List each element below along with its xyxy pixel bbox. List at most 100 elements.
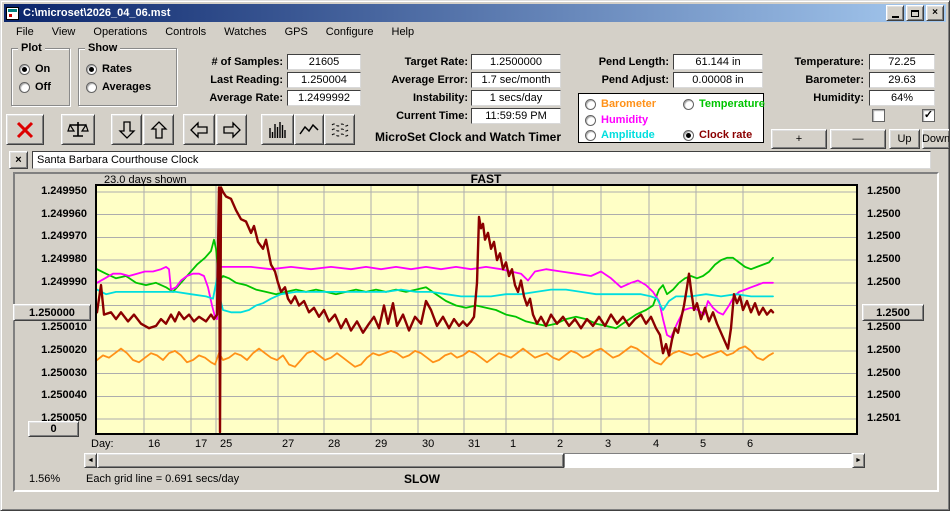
scrollbar-track[interactable] <box>564 453 852 468</box>
grid-line-note: Each grid line = 0.691 secs/day <box>86 473 240 485</box>
scrollbar-left-button[interactable]: ◄ <box>84 453 97 468</box>
menu-controls[interactable]: Controls <box>156 24 215 41</box>
shift-up-button[interactable] <box>143 114 174 145</box>
pend-length-label: Pend Length: <box>598 56 669 68</box>
radio-clock-rate-icon <box>683 129 694 141</box>
radio-show-rates[interactable]: Rates <box>86 63 132 75</box>
menu-configure[interactable]: Configure <box>317 24 383 41</box>
clear-icon: × <box>15 154 22 166</box>
current-time-value[interactable]: 11:59:59 PM <box>471 108 561 124</box>
minimize-icon <box>891 15 899 18</box>
checkbox-right[interactable]: ✓ <box>922 109 935 122</box>
minimize-button[interactable] <box>886 5 904 21</box>
delete-button[interactable] <box>6 114 44 145</box>
y-axis-center-button-right[interactable]: 1.2500 <box>862 304 924 321</box>
y-axis-center-button-left[interactable]: 1.250000 <box>13 304 91 321</box>
average-rate-label: Average Rate: <box>209 92 283 104</box>
radio-barometer[interactable]: Barometer <box>585 98 656 110</box>
arrow-left-icon <box>190 120 208 139</box>
balance-scale-icon <box>67 121 89 137</box>
series-selector: Barometer Humidity Amplitude Temperature… <box>578 93 765 143</box>
menu-view[interactable]: View <box>43 24 85 41</box>
shift-down-button[interactable] <box>111 114 142 145</box>
down-button[interactable]: Down <box>922 129 949 149</box>
radio-averages-label: Averages <box>102 81 152 93</box>
show-group-title: Show <box>85 42 121 54</box>
scroll-left-button[interactable] <box>183 114 215 145</box>
close-button[interactable]: × <box>926 5 944 21</box>
radio-temperature[interactable]: Temperature <box>683 98 765 110</box>
plot-group: Plot On Off <box>11 42 70 106</box>
target-rate-label: Target Rate: <box>404 56 468 68</box>
y-axis-zero-button[interactable]: 0 <box>28 421 79 437</box>
radio-barometer-label: Barometer <box>601 98 657 110</box>
radio-amplitude[interactable]: Amplitude <box>585 129 655 141</box>
menu-file[interactable]: File <box>7 24 43 41</box>
red-x-icon <box>16 121 34 138</box>
application-window: C:\microset\2026_04_06.mst × File View O… <box>0 0 950 511</box>
current-time-label: Current Time: <box>396 110 468 122</box>
radio-humidity-label: Humidity <box>601 114 649 126</box>
title-bar: C:\microset\2026_04_06.mst × <box>4 4 946 22</box>
up-button[interactable]: Up <box>889 129 920 149</box>
radio-averages-icon <box>86 81 97 93</box>
radio-clock-rate[interactable]: Clock rate <box>683 129 752 141</box>
scroll-right-button[interactable] <box>216 114 247 145</box>
radio-on-label: On <box>35 63 51 75</box>
radio-plot-off[interactable]: Off <box>19 81 51 93</box>
radio-barometer-icon <box>585 98 596 110</box>
arrow-up-icon <box>149 120 168 139</box>
last-reading-label: Last Reading: <box>210 74 283 86</box>
radio-show-averages[interactable]: Averages <box>86 81 151 93</box>
scrollbar-left-icon: ◄ <box>87 457 94 464</box>
maximize-button[interactable] <box>906 5 924 21</box>
window-title: C:\microset\2026_04_06.mst <box>23 7 171 19</box>
average-error-label: Average Error: <box>391 74 468 86</box>
radio-plot-on[interactable]: On <box>19 63 50 75</box>
clock-name-input[interactable] <box>32 151 931 169</box>
scrollbar-right-button[interactable]: ► <box>852 453 865 468</box>
clear-name-button[interactable]: × <box>9 151 28 169</box>
pend-adjust-label: Pend Adjust: <box>601 74 669 86</box>
balance-button[interactable] <box>61 114 95 145</box>
scrollbar-thumb[interactable] <box>97 453 564 468</box>
menu-gps[interactable]: GPS <box>276 24 317 41</box>
app-icon <box>6 6 19 20</box>
app-caption: MicroSet Clock and Watch Timer <box>374 130 562 144</box>
plot-group-title: Plot <box>18 42 45 54</box>
menu-watches[interactable]: Watches <box>215 24 275 41</box>
menu-help[interactable]: Help <box>383 24 424 41</box>
line-view-button[interactable] <box>294 114 324 145</box>
radio-temperature-icon <box>683 98 694 110</box>
barometer-label: Barometer: <box>805 74 864 86</box>
zigzag-line-icon <box>299 123 319 134</box>
radio-rates-icon <box>86 63 97 75</box>
instability-label: Instability: <box>412 92 468 104</box>
humidity-value[interactable]: 64% <box>869 90 935 106</box>
temperature-value[interactable]: 72.25 <box>869 54 935 70</box>
radio-off-label: Off <box>35 81 51 93</box>
plus-button[interactable]: + <box>771 129 827 149</box>
checkbox-left[interactable] <box>872 109 885 122</box>
plot-frame <box>95 184 858 435</box>
menu-bar: File View Operations Controls Watches GP… <box>4 23 946 42</box>
check-icon: ✓ <box>923 109 934 121</box>
radio-on-icon <box>19 63 30 75</box>
radio-rates-label: Rates <box>102 63 132 75</box>
histogram-view-button[interactable] <box>261 114 294 145</box>
arrow-down-icon <box>117 120 136 139</box>
radio-clock-rate-label: Clock rate <box>699 129 753 141</box>
maximize-icon <box>911 9 919 17</box>
samples-label: # of Samples: <box>211 56 283 68</box>
instability-value[interactable]: 1 secs/day <box>471 90 561 106</box>
barometer-value[interactable]: 29.63 <box>869 72 935 88</box>
radio-humidity[interactable]: Humidity <box>585 114 648 126</box>
radio-humidity-icon <box>585 114 596 126</box>
minus-button[interactable]: — <box>830 129 886 149</box>
smooth-view-button[interactable] <box>324 114 355 145</box>
temperature-label: Temperature: <box>794 56 864 68</box>
radio-off-icon <box>19 81 30 93</box>
radio-amplitude-icon <box>585 129 596 141</box>
menu-operations[interactable]: Operations <box>84 24 156 41</box>
x-axis-label: Day: <box>91 438 114 450</box>
